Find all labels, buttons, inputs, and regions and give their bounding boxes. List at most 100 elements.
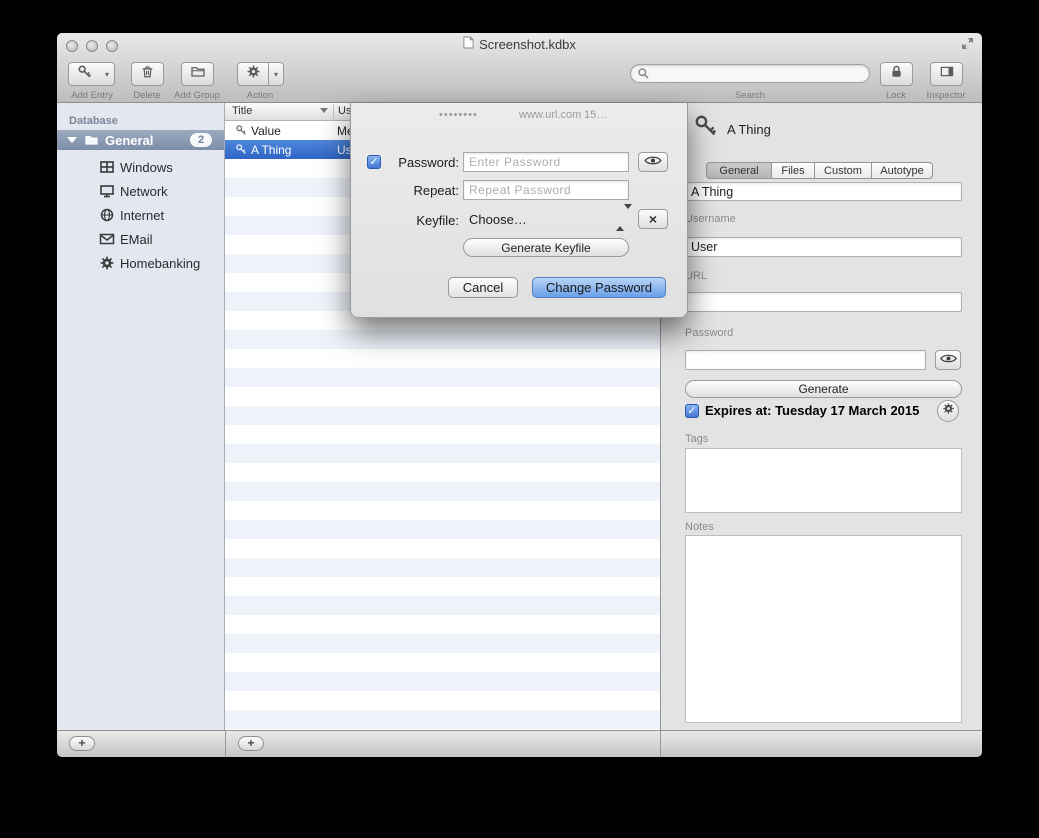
sidebar-item-general[interactable]: General 2	[57, 130, 224, 150]
bottom-bar: + +	[57, 730, 982, 757]
internet-icon	[99, 207, 115, 223]
eye-icon	[644, 153, 662, 171]
windows-icon	[99, 159, 115, 175]
gear-icon	[246, 64, 261, 84]
tab-custom[interactable]: Custom	[814, 162, 872, 179]
add-group-label: Add Group	[174, 90, 220, 101]
sidebar-item-network[interactable]: Network	[57, 179, 224, 203]
tags-textarea[interactable]	[685, 448, 962, 513]
add-entry-label: Add Entry	[71, 90, 113, 101]
folder-icon	[190, 64, 206, 84]
sheet-repeat-label: Repeat:	[379, 183, 459, 198]
inspector-label: Inspector	[926, 90, 965, 101]
cancel-button[interactable]: Cancel	[448, 277, 518, 298]
sheet-keyfile-label: Keyfile:	[379, 213, 459, 228]
search-label: Search	[735, 90, 765, 101]
inspector-panel: A Thing General Files Custom Autotype Us…	[660, 103, 982, 730]
sidebar-item-label: Internet	[120, 208, 164, 223]
action-label: Action	[247, 90, 273, 101]
inspector-panel-icon	[939, 64, 955, 84]
title-field[interactable]	[685, 182, 962, 201]
entry-title: A Thing	[251, 143, 291, 157]
title-bar: Screenshot.kdbx	[57, 37, 982, 52]
repeat-password-input[interactable]	[463, 180, 629, 200]
sidebar-item-label: EMail	[120, 232, 153, 247]
new-password-input[interactable]	[463, 152, 629, 172]
disclosure-triangle-icon[interactable]	[67, 137, 77, 143]
bottom-bar-divider	[225, 731, 226, 757]
sidebar-section-header: Database	[69, 115, 118, 127]
sidebar-item-homebanking[interactable]: Homebanking	[57, 251, 224, 275]
close-x-icon: ×	[649, 211, 657, 227]
window-chrome: Screenshot.kdbx ▾ Add Entry Delete Add G…	[57, 33, 982, 103]
tab-general[interactable]: General	[706, 162, 772, 179]
add-group-button[interactable]	[181, 62, 214, 86]
search-field[interactable]	[630, 64, 870, 83]
bottom-bar-divider	[660, 731, 661, 757]
sort-indicator-icon	[320, 108, 328, 113]
username-field[interactable]	[685, 237, 962, 257]
obscured-entry-url: www.url.com	[519, 109, 581, 121]
sidebar-item-label: Network	[120, 184, 168, 199]
change-password-sheet: •••••••• www.url.com 15… ✓ Password: Rep…	[350, 103, 688, 318]
lock-button[interactable]	[880, 62, 913, 86]
delete-label: Delete	[133, 90, 160, 101]
inspector-tabs: General Files Custom Autotype	[706, 162, 933, 179]
entry-key-icon	[693, 113, 719, 144]
generate-keyfile-button[interactable]: Generate Keyfile	[463, 238, 629, 257]
url-field[interactable]	[685, 292, 962, 312]
sidebar-item-internet[interactable]: Internet	[57, 203, 224, 227]
column-divider[interactable]	[333, 104, 334, 119]
search-input[interactable]	[650, 64, 869, 83]
sidebar-item-windows[interactable]: Windows	[57, 155, 224, 179]
notes-textarea[interactable]	[685, 535, 962, 723]
column-header-title[interactable]: Title	[232, 105, 252, 117]
key-icon	[235, 124, 248, 137]
lock-icon	[889, 64, 904, 84]
add-group-plus-button[interactable]: +	[69, 736, 95, 751]
group-count-badge: 2	[190, 133, 212, 147]
sheet-password-label: Password:	[379, 155, 459, 170]
url-label: URL	[685, 270, 707, 282]
app-window: Screenshot.kdbx ▾ Add Entry Delete Add G…	[57, 33, 982, 757]
action-dropdown-button[interactable]: ▾	[269, 62, 284, 86]
obscured-entry-modified: 15…	[584, 109, 607, 121]
add-entry-plus-button[interactable]: +	[238, 736, 264, 751]
sidebar-item-email[interactable]: EMail	[57, 227, 224, 251]
document-icon	[463, 36, 474, 54]
window-title: Screenshot.kdbx	[479, 37, 576, 52]
fullscreen-icon[interactable]	[961, 37, 974, 55]
tags-label: Tags	[685, 433, 708, 445]
entry-title: Value	[251, 124, 281, 138]
tab-files[interactable]: Files	[771, 162, 815, 179]
expires-label: Expires at: Tuesday 17 March 2015	[705, 403, 919, 418]
trash-icon	[140, 64, 155, 84]
add-entry-button[interactable]	[68, 62, 101, 86]
tab-autotype[interactable]: Autotype	[871, 162, 933, 179]
folder-icon	[84, 133, 99, 147]
keyfile-popup-value[interactable]: Choose…	[469, 212, 527, 227]
add-entry-dropdown-button[interactable]: ▾	[100, 62, 115, 86]
action-button[interactable]	[237, 62, 269, 86]
clear-keyfile-button[interactable]: ×	[638, 209, 668, 229]
lock-label: Lock	[886, 90, 906, 101]
show-password-button[interactable]	[638, 152, 668, 172]
sidebar-item-label: Windows	[120, 160, 173, 175]
notes-label: Notes	[685, 521, 714, 533]
key-icon	[235, 143, 248, 156]
reveal-password-button[interactable]	[935, 350, 961, 370]
change-password-button[interactable]: Change Password	[532, 277, 666, 298]
expires-checkbox[interactable]: ✓	[685, 404, 699, 418]
keyfile-popup-stepper-icon[interactable]	[616, 209, 632, 227]
eye-icon	[940, 351, 957, 369]
generate-password-button[interactable]: Generate	[685, 380, 962, 398]
email-icon	[99, 231, 115, 247]
obscured-entry-password: ••••••••	[439, 109, 478, 121]
inspector-button[interactable]	[930, 62, 963, 86]
network-icon	[99, 183, 115, 199]
password-field[interactable]	[685, 350, 926, 370]
delete-button[interactable]	[131, 62, 164, 86]
search-icon	[637, 67, 650, 80]
expires-settings-button[interactable]	[937, 400, 959, 422]
password-label: Password	[685, 327, 733, 339]
